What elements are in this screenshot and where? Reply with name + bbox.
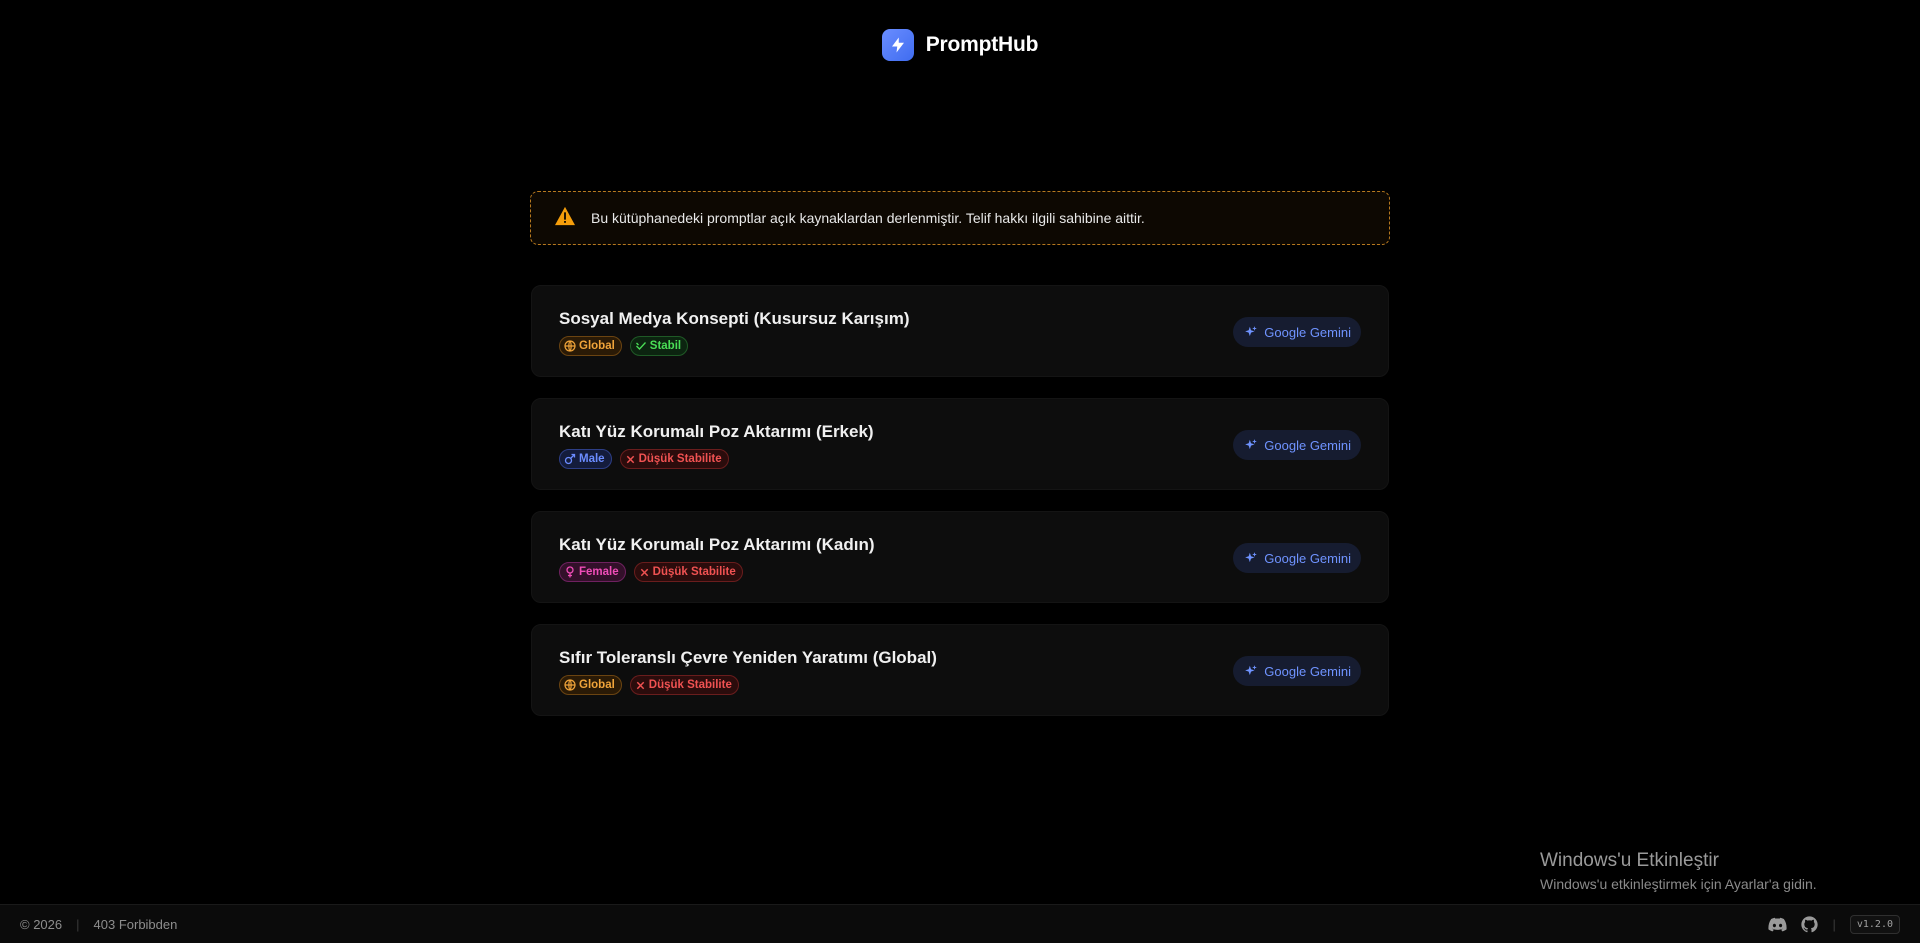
windows-activation-watermark: Windows'u Etkinleştir Windows'u etkinleş… <box>1540 850 1817 892</box>
globe-icon <box>564 340 576 352</box>
copyright: © 2026 <box>20 916 63 932</box>
prompt-card[interactable]: Sıfır Toleranslı Çevre Yeniden Yaratımı … <box>531 624 1389 716</box>
button-label: Google Gemini <box>1264 437 1351 453</box>
prompt-card[interactable]: Sosyal Medya Konsepti (Kusursuz Karışım)… <box>531 285 1389 377</box>
copyright-notice: Bu kütüphanedeki promptlar açık kaynakla… <box>530 191 1390 245</box>
sparkle-icon <box>1245 665 1258 676</box>
tag-stable: Stabil <box>629 336 689 356</box>
footer-left: © 2026 | 403 Forbibden <box>20 917 177 932</box>
tag-low-stability: Düşük Stabilite <box>633 562 743 582</box>
prompt-title: Katı Yüz Korumalı Poz Aktarımı (Kadın) <box>559 535 875 554</box>
female-icon <box>566 566 574 578</box>
x-icon <box>636 681 645 689</box>
google-gemini-button[interactable]: Google Gemini <box>1233 317 1361 347</box>
tag-label: Düşük Stabilite <box>648 679 732 691</box>
male-icon <box>564 453 576 465</box>
prompt-card[interactable]: Katı Yüz Korumalı Poz Aktarımı (Kadın) F… <box>531 511 1389 603</box>
tag-label: Male <box>579 453 605 465</box>
divider: | <box>1832 916 1836 932</box>
footer: © 2026 | 403 Forbibden | v1.2.0 <box>0 904 1920 943</box>
x-icon <box>626 455 634 463</box>
tag-list: Global Stabil <box>559 336 689 356</box>
tag-global: Global <box>559 675 622 695</box>
tag-list: Global Düşük Stabilite <box>559 675 739 695</box>
google-gemini-button[interactable]: Google Gemini <box>1233 430 1361 460</box>
tag-label: Global <box>579 679 615 691</box>
github-icon[interactable] <box>1801 915 1819 933</box>
notice-text: Bu kütüphanedeki promptlar açık kaynakla… <box>591 210 1145 226</box>
tag-male: Male <box>559 449 612 469</box>
brand-name: PromptHub <box>925 33 1039 56</box>
footer-right: | v1.2.0 <box>1768 914 1900 934</box>
divider: | <box>76 916 80 932</box>
tag-list: Male Düşük Stabilite <box>559 449 729 469</box>
bolt-icon <box>881 29 914 61</box>
tag-label: Stabil <box>649 340 682 352</box>
status-text: 403 Forbibden <box>93 916 178 932</box>
tag-female: Female <box>559 562 626 582</box>
version-badge: v1.2.0 <box>1849 914 1900 934</box>
globe-icon <box>564 679 576 691</box>
tag-low-stability: Düşük Stabilite <box>629 675 739 695</box>
sparkle-icon <box>1245 439 1258 450</box>
prompt-card[interactable]: Katı Yüz Korumalı Poz Aktarımı (Erkek) M… <box>531 398 1389 490</box>
tag-low-stability: Düşük Stabilite <box>619 449 729 469</box>
discord-icon[interactable] <box>1768 917 1788 932</box>
header: PromptHub <box>0 29 1920 61</box>
watermark-title: Windows'u Etkinleştir <box>1540 850 1719 871</box>
sparkle-icon <box>1245 326 1258 337</box>
prompt-title: Sıfır Toleranslı Çevre Yeniden Yaratımı … <box>559 648 937 667</box>
tag-list: Female Düşük Stabilite <box>559 562 743 582</box>
button-label: Google Gemini <box>1264 324 1351 340</box>
prompt-title: Katı Yüz Korumalı Poz Aktarımı (Erkek) <box>559 422 874 441</box>
prompt-title: Sosyal Medya Konsepti (Kusursuz Karışım) <box>559 309 910 328</box>
warning-icon <box>554 206 576 231</box>
watermark-subtitle: Windows'u etkinleştirmek için Ayarlar'a … <box>1540 876 1817 892</box>
page: PromptHub Bu kütüphanedeki promptlar açı… <box>0 0 1920 943</box>
sparkle-icon <box>1245 552 1258 563</box>
check-badge-icon <box>635 342 646 350</box>
tag-label: Düşük Stabilite <box>652 566 736 578</box>
x-icon <box>640 568 648 576</box>
button-label: Google Gemini <box>1264 550 1351 566</box>
button-label: Google Gemini <box>1264 663 1351 679</box>
google-gemini-button[interactable]: Google Gemini <box>1233 543 1361 573</box>
tag-label: Global <box>579 340 615 352</box>
tag-label: Female <box>579 566 619 578</box>
google-gemini-button[interactable]: Google Gemini <box>1233 656 1361 686</box>
tag-label: Düşük Stabilite <box>638 453 722 465</box>
tag-global: Global <box>559 336 622 356</box>
